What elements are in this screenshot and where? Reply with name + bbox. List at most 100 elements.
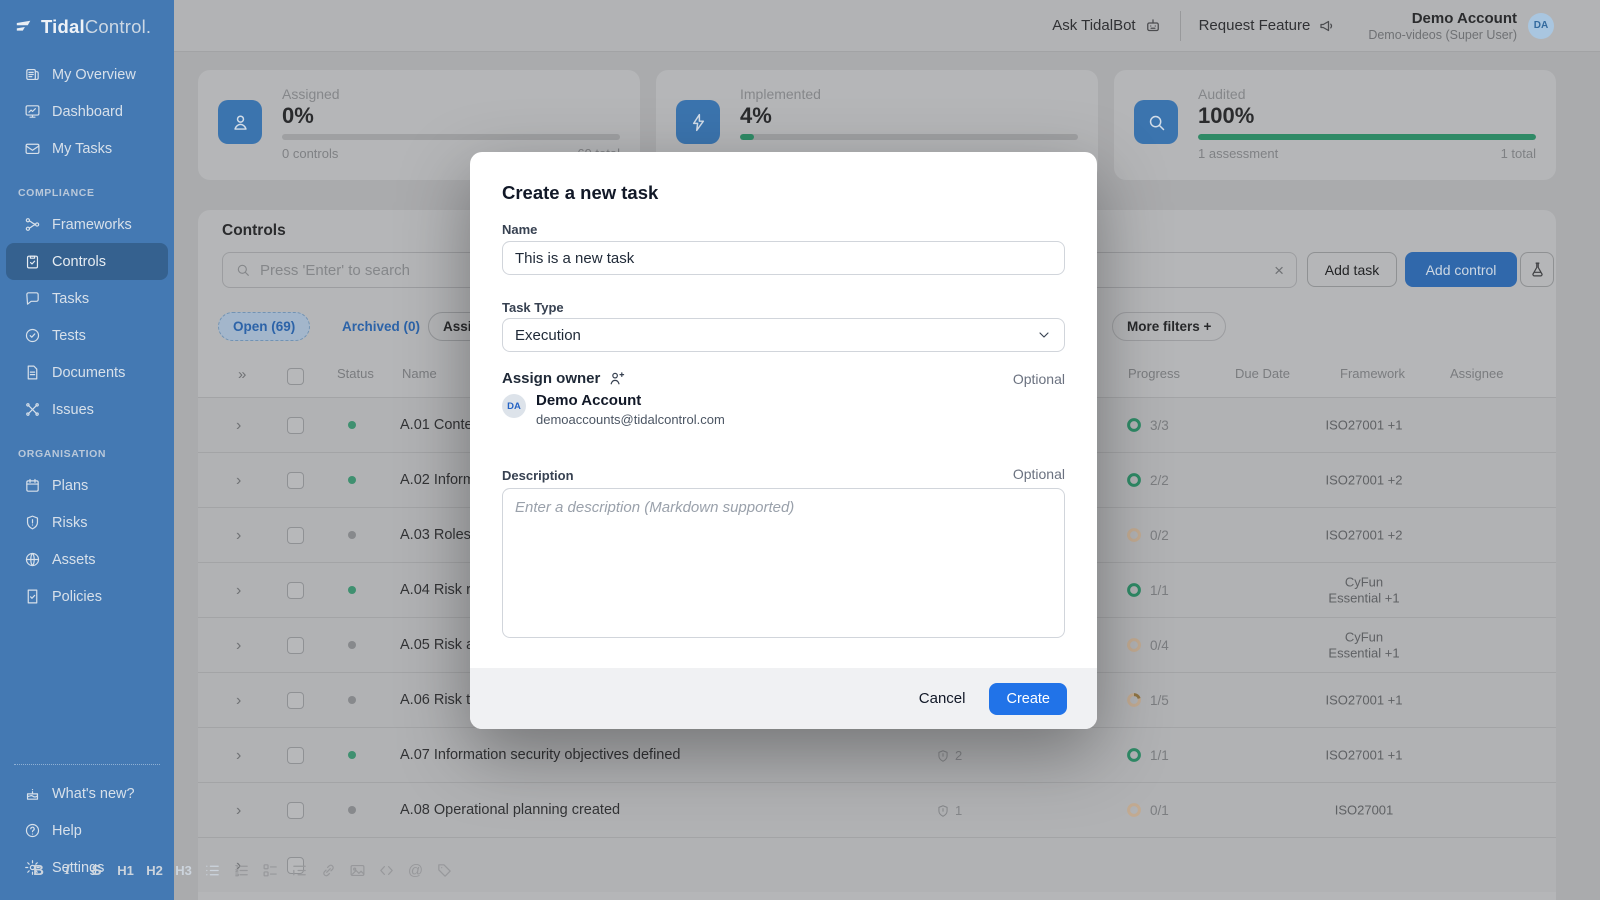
sidebar-item-help[interactable]: Help (6, 812, 168, 849)
tab-open[interactable]: Open (69) (218, 312, 310, 341)
table-row[interactable]: ›A.07 Information security objectives de… (198, 727, 1556, 782)
row-checkbox[interactable] (287, 472, 304, 489)
sidebar-item-controls[interactable]: Controls (6, 243, 168, 280)
clipboard-icon (24, 253, 41, 270)
help-icon (24, 822, 41, 839)
sidebar-item-issues[interactable]: Issues (6, 391, 168, 428)
owner-avatar: DA (502, 394, 526, 418)
row-expand-icon[interactable]: › (236, 673, 241, 728)
sidebar-item-risks[interactable]: Risks (6, 504, 168, 541)
description-textarea[interactable] (502, 488, 1065, 638)
blockquote-icon[interactable] (291, 856, 308, 884)
blockquote-icon (291, 862, 308, 879)
sidebar-item-dashboard[interactable]: Dashboard (6, 93, 168, 130)
framework-cell: CyFunEssential +1 (1288, 630, 1440, 661)
assign-owner-label: Assign owner (502, 370, 625, 387)
progress-count: 1/5 (1150, 673, 1169, 728)
sidebar-item-tasks[interactable]: Tasks (6, 280, 168, 317)
more-filters-button[interactable]: More filters + (1112, 312, 1226, 341)
sidebar-item-label: Tests (52, 328, 86, 344)
row-checkbox[interactable] (287, 582, 304, 599)
stats-card-value: 0% (282, 103, 314, 129)
account-menu[interactable]: Demo Account Demo-videos (Super User) (1368, 10, 1517, 42)
row-expand-icon[interactable]: › (236, 508, 241, 563)
column-header-assignee[interactable]: Assignee (1450, 366, 1503, 381)
heading-1-button[interactable]: H1 (117, 856, 134, 884)
stats-card-caption-left: 1 assessment (1198, 146, 1278, 161)
row-expand-icon[interactable]: › (236, 783, 241, 838)
italic-button[interactable]: I (59, 856, 76, 884)
row-expand-icon[interactable]: › (236, 618, 241, 673)
row-expand-icon[interactable]: › (236, 453, 241, 508)
row-expand-icon[interactable]: › (236, 563, 241, 618)
image-icon[interactable] (349, 856, 366, 884)
sidebar-divider (14, 764, 160, 765)
row-expand-icon[interactable]: › (236, 398, 241, 453)
status-dot (348, 531, 356, 539)
tag-icon[interactable] (436, 856, 453, 884)
stats-card-icon-tile (676, 100, 720, 144)
sidebar-item-frameworks[interactable]: Frameworks (6, 206, 168, 243)
strikethrough-button[interactable]: S (88, 856, 105, 884)
ordered-list-icon[interactable] (233, 856, 250, 884)
column-header-due-date[interactable]: Due Date (1235, 366, 1290, 381)
shield-sm-icon (936, 749, 950, 763)
bold-button[interactable]: B (30, 856, 47, 884)
owner-row[interactable]: DA Demo Account demoaccounts@tidalcontro… (502, 392, 725, 427)
expand-all-icon[interactable]: » (238, 366, 246, 383)
mention-icon[interactable]: @ (407, 856, 424, 884)
flask-button[interactable] (1520, 252, 1554, 287)
search-clear-icon[interactable]: × (1274, 262, 1284, 279)
code-icon (378, 862, 395, 879)
bullet-list-icon[interactable] (204, 856, 221, 884)
sidebar-item-assets[interactable]: Assets (6, 541, 168, 578)
row-checkbox[interactable] (287, 637, 304, 654)
task-list-icon[interactable] (262, 856, 279, 884)
sidebar-item-tests[interactable]: Tests (6, 317, 168, 354)
row-checkbox[interactable] (287, 747, 304, 764)
sidebar-item-label: What's new? (52, 786, 135, 802)
sidebar-item-what-s-new[interactable]: What's new? (6, 775, 168, 812)
person-plus-icon[interactable] (608, 370, 625, 387)
column-header-framework[interactable]: Framework (1340, 366, 1405, 381)
table-row[interactable]: ›A.08 Operational planning created10/1IS… (198, 782, 1556, 837)
sidebar-item-plans[interactable]: Plans (6, 467, 168, 504)
sidebar-item-my-tasks[interactable]: My Tasks (6, 130, 168, 167)
code-icon[interactable] (378, 856, 395, 884)
select-all-checkbox[interactable] (287, 368, 304, 385)
stats-card-caption-left: 0 controls (282, 146, 338, 161)
add-task-button[interactable]: Add task (1307, 252, 1397, 287)
ask-tidalbot-button[interactable]: Ask TidalBot (1034, 0, 1179, 51)
sidebar-item-my-overview[interactable]: My Overview (6, 56, 168, 93)
row-checkbox[interactable] (287, 802, 304, 819)
sidebar-item-policies[interactable]: Policies (6, 578, 168, 615)
cancel-button[interactable]: Cancel (919, 690, 966, 707)
stats-card-label: Assigned (282, 86, 340, 102)
column-header-name[interactable]: Name (402, 366, 437, 381)
link-icon[interactable] (320, 856, 337, 884)
overview-icon (24, 66, 41, 83)
request-feature-button[interactable]: Request Feature (1181, 0, 1355, 51)
brand-logo[interactable]: TidalControl. (0, 0, 174, 48)
sidebar-item-documents[interactable]: Documents (6, 354, 168, 391)
row-expand-icon[interactable]: › (236, 728, 241, 783)
sidebar-item-label: Assets (52, 552, 96, 568)
row-checkbox[interactable] (287, 527, 304, 544)
create-button[interactable]: Create (989, 683, 1067, 715)
row-checkbox[interactable] (287, 417, 304, 434)
task-type-select[interactable]: Execution (502, 318, 1065, 352)
sidebar-item-label: Policies (52, 589, 102, 605)
link-icon (320, 862, 337, 879)
row-checkbox[interactable] (287, 692, 304, 709)
column-header-progress[interactable]: Progress (1128, 366, 1180, 381)
sidebar-item-label: Tasks (52, 291, 89, 307)
account-avatar[interactable]: DA (1528, 13, 1554, 39)
progress-count: 3/3 (1150, 398, 1169, 453)
column-header-status[interactable]: Status (337, 366, 374, 381)
heading-3-button[interactable]: H3 (175, 856, 192, 884)
add-control-button[interactable]: Add control (1405, 252, 1517, 287)
panel-title: Controls (222, 222, 286, 240)
task-name-input[interactable] (502, 241, 1065, 275)
heading-2-button[interactable]: H2 (146, 856, 163, 884)
tab-archived[interactable]: Archived (0) (328, 312, 434, 341)
